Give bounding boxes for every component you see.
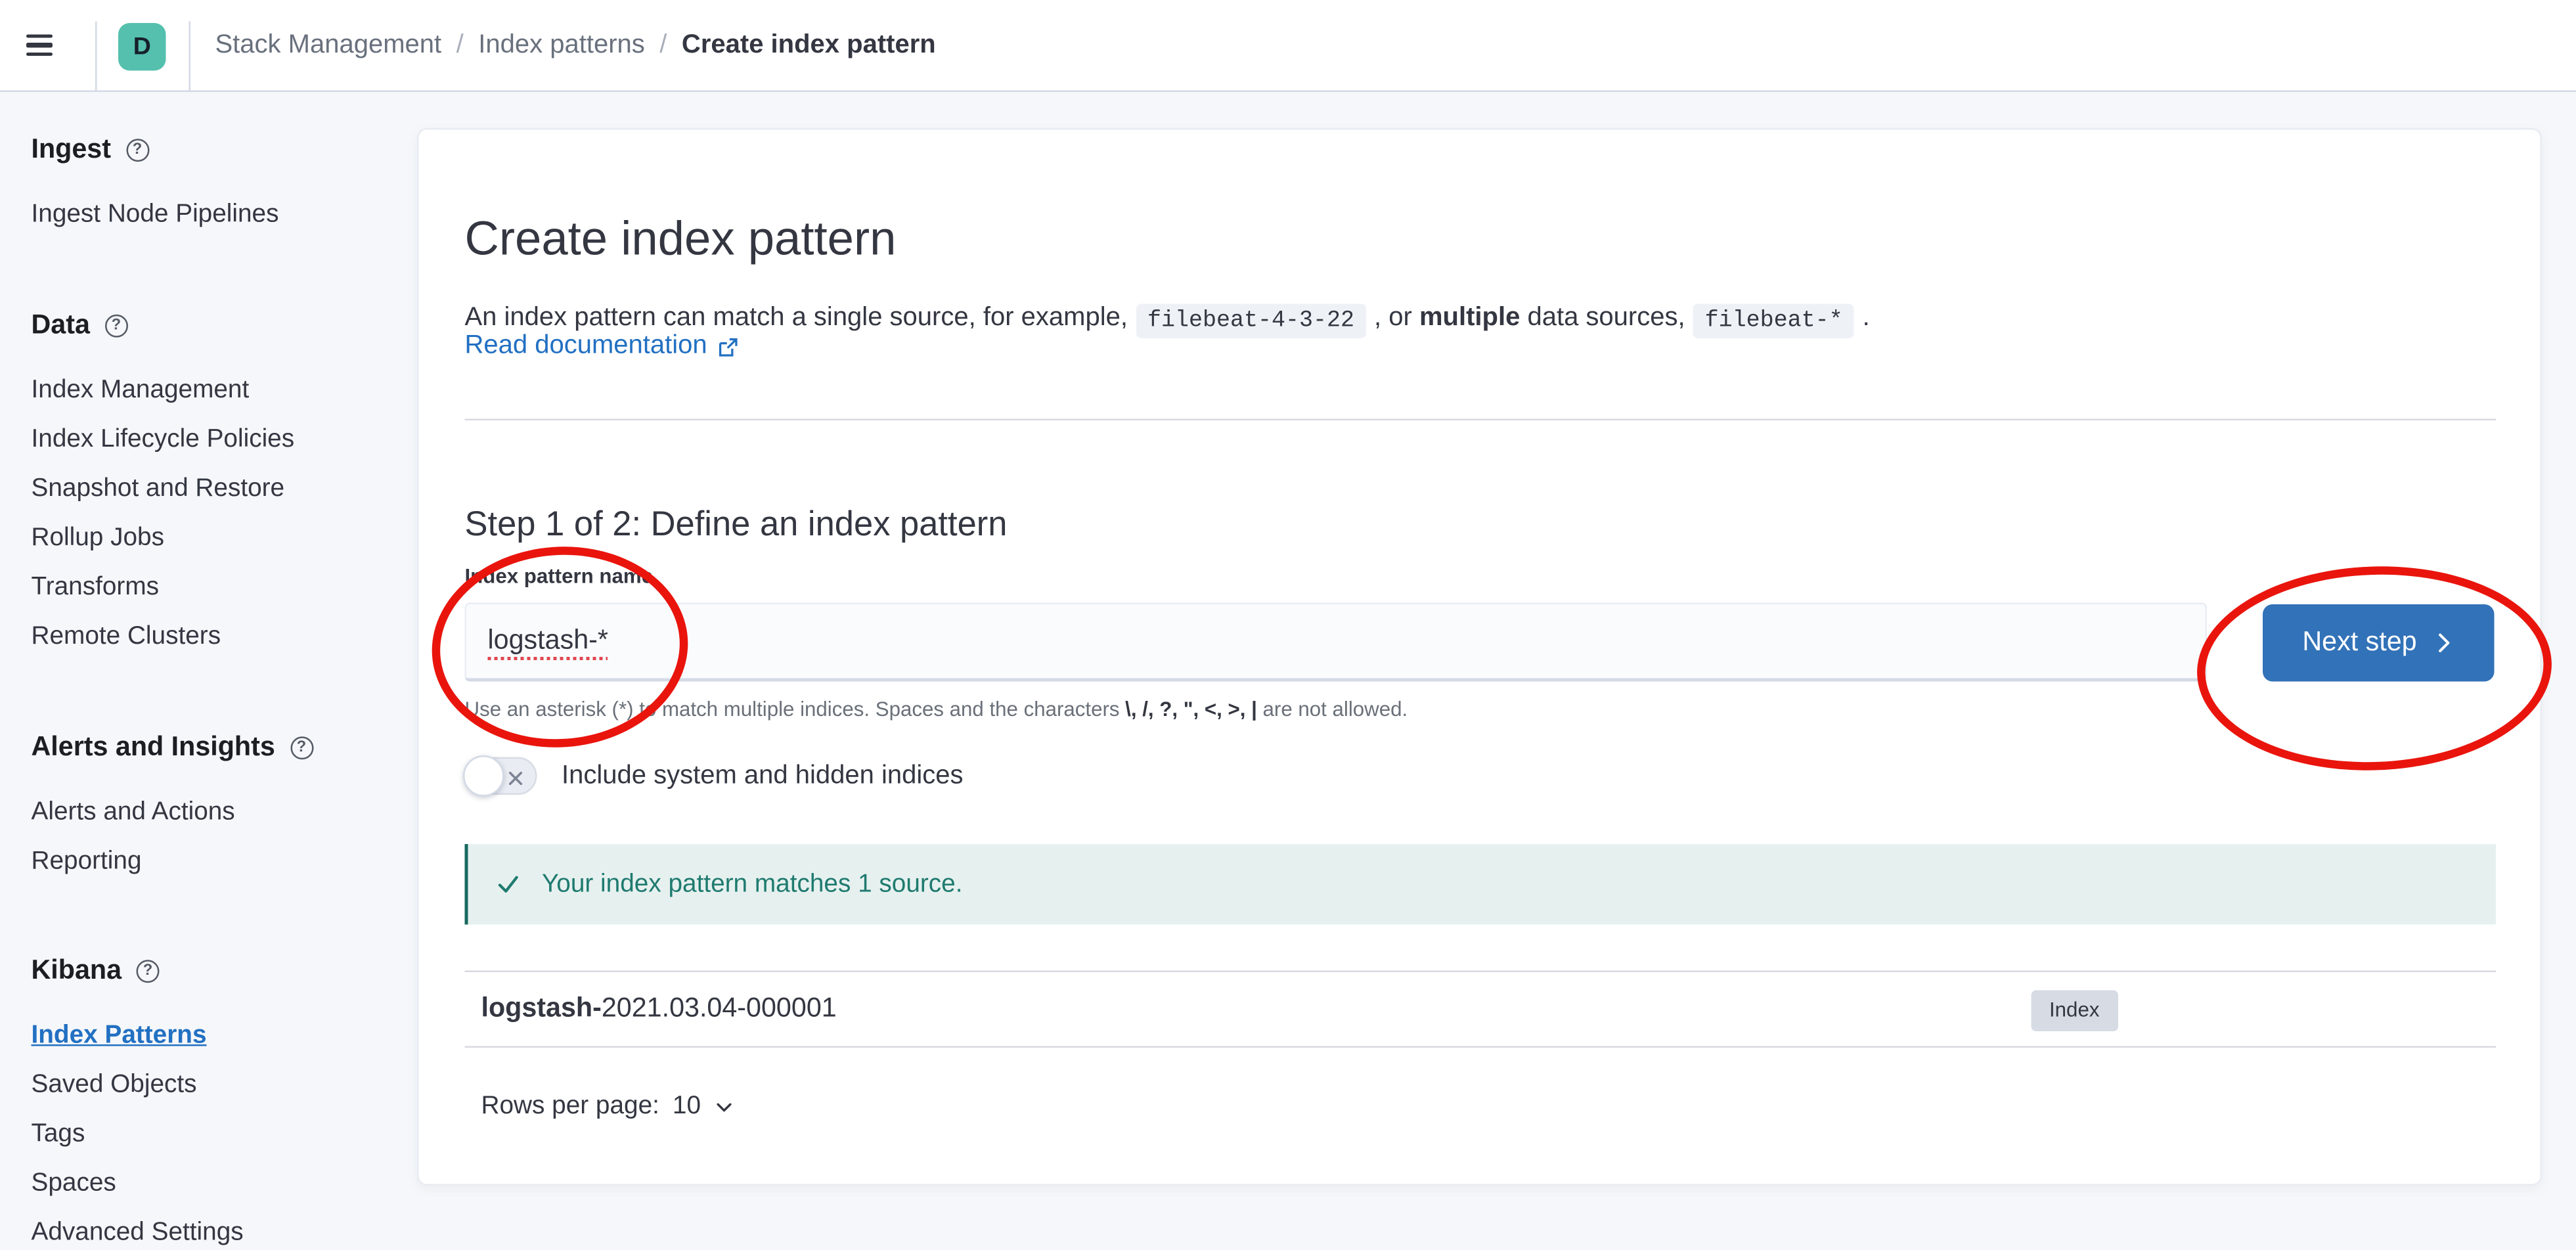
sidebar-heading-ingest: Ingest ? <box>32 133 396 166</box>
menu-icon[interactable] <box>26 33 53 56</box>
sidebar-heading-data: Data ? <box>32 309 396 342</box>
sidebar-heading-label: Ingest <box>32 133 111 166</box>
space-avatar[interactable]: D <box>118 22 166 70</box>
sidebar-item-index-patterns[interactable]: Index Patterns <box>32 1020 396 1053</box>
sidebar-item-spaces[interactable]: Spaces <box>32 1168 396 1201</box>
breadcrumb-stack-management[interactable]: Stack Management <box>215 32 442 61</box>
external-link-icon <box>717 336 739 357</box>
check-icon <box>496 872 521 897</box>
breadcrumb-create-index-pattern: Create index pattern <box>682 32 936 61</box>
sidebar-item-index-management[interactable]: Index Management <box>32 374 396 407</box>
include-hidden-indices-row: Include system and hidden indices <box>465 757 964 795</box>
close-icon <box>508 769 524 786</box>
sidebar-heading-label: Kibana <box>32 954 122 987</box>
sidebar-section-ingest: Ingest ? Ingest Node Pipelines <box>32 133 396 232</box>
help-icon[interactable]: ? <box>137 960 160 983</box>
help-icon[interactable]: ? <box>104 315 127 338</box>
intro-bold-word: multiple <box>1419 304 1520 332</box>
intro-segment: An index pattern can match a single sour… <box>465 304 1128 332</box>
rows-per-page-value: 10 <box>673 1089 701 1125</box>
breadcrumb-separator: / <box>456 32 464 61</box>
sidebar-item-reporting[interactable]: Reporting <box>32 846 396 879</box>
help-icon[interactable]: ? <box>125 139 148 162</box>
code-example-single: filebeat-4-3-22 <box>1136 303 1366 338</box>
breadcrumb: Stack Management / Index patterns / Crea… <box>215 0 936 92</box>
success-callout: Your index pattern matches 1 source. <box>465 844 2497 925</box>
sidebar-section-kibana: Kibana ? Index Patterns Saved Objects Ta… <box>32 954 396 1250</box>
help-segment: are not allowed. <box>1257 698 1408 721</box>
sidebar-heading-kibana: Kibana ? <box>32 954 396 987</box>
intro-segment: . <box>1863 304 1870 332</box>
breadcrumb-separator: / <box>659 32 667 61</box>
header-divider <box>95 22 97 93</box>
rows-per-page-button[interactable]: Rows per page: 10 <box>481 1089 734 1125</box>
sidebar-heading-label: Data <box>32 309 90 342</box>
index-name-suffix: 2021.03.04-000001 <box>602 994 837 1023</box>
sidebar-heading-label: Alerts and Insights <box>32 731 275 764</box>
sidebar-item-snapshot-and-restore[interactable]: Snapshot and Restore <box>32 473 396 506</box>
index-pattern-name-input[interactable]: logstash-* <box>465 603 2208 682</box>
sidebar-section-data: Data ? Index Management Index Lifecycle … <box>32 309 396 654</box>
table-row: logstash-2021.03.04-000001 <box>481 992 837 1025</box>
intro-segment: data sources, <box>1527 304 1685 332</box>
sidebar-heading-alerts-and-insights: Alerts and Insights ? <box>32 731 396 764</box>
sidebar-item-saved-objects[interactable]: Saved Objects <box>32 1069 396 1102</box>
app-window: D Stack Management / Index patterns / Cr… <box>0 0 2576 1245</box>
include-hidden-indices-label: Include system and hidden indices <box>562 757 963 795</box>
help-icon[interactable]: ? <box>290 736 313 759</box>
header-divider <box>189 22 191 93</box>
code-example-wildcard: filebeat-* <box>1693 303 1854 338</box>
include-hidden-indices-toggle[interactable] <box>465 757 537 795</box>
section-divider <box>465 419 2497 421</box>
success-message: Your index pattern matches 1 source. <box>542 870 963 899</box>
sidebar-item-transforms[interactable]: Transforms <box>32 571 396 604</box>
sidebar-item-ingest-node-pipelines[interactable]: Ingest Node Pipelines <box>32 199 396 232</box>
toggle-knob <box>463 755 504 797</box>
sidebar-section-alerts: Alerts and Insights ? Alerts and Actions… <box>32 731 396 879</box>
sidebar: Ingest ? Ingest Node Pipelines Data ? In… <box>0 92 416 1245</box>
sidebar-item-advanced-settings[interactable]: Advanced Settings <box>32 1217 396 1250</box>
index-name-prefix: logstash- <box>481 994 602 1023</box>
top-bar: D Stack Management / Index patterns / Cr… <box>0 0 2576 92</box>
sidebar-item-rollup-jobs[interactable]: Rollup Jobs <box>32 522 396 555</box>
table-divider <box>465 971 2497 973</box>
breadcrumb-index-patterns[interactable]: Index patterns <box>478 32 645 61</box>
read-documentation-link[interactable]: Read documentation <box>465 328 739 365</box>
table-divider <box>465 1046 2497 1048</box>
read-documentation-label: Read documentation <box>465 328 707 365</box>
chevron-down-icon <box>714 1097 734 1117</box>
index-type-badge: Index <box>2032 991 2118 1032</box>
step-heading: Step 1 of 2: Define an index pattern <box>465 505 1008 548</box>
sidebar-item-index-lifecycle-policies[interactable]: Index Lifecycle Policies <box>32 424 396 457</box>
help-forbidden-chars: \, /, ?, ", <, >, | <box>1125 698 1257 721</box>
sidebar-item-alerts-and-actions[interactable]: Alerts and Actions <box>32 797 396 830</box>
intro-segment: , or <box>1374 304 1412 332</box>
sidebar-item-remote-clusters[interactable]: Remote Clusters <box>32 621 396 654</box>
rows-per-page-label: Rows per page: <box>481 1089 659 1125</box>
page-title: Create index pattern <box>465 211 897 270</box>
sidebar-item-tags[interactable]: Tags <box>32 1119 396 1151</box>
